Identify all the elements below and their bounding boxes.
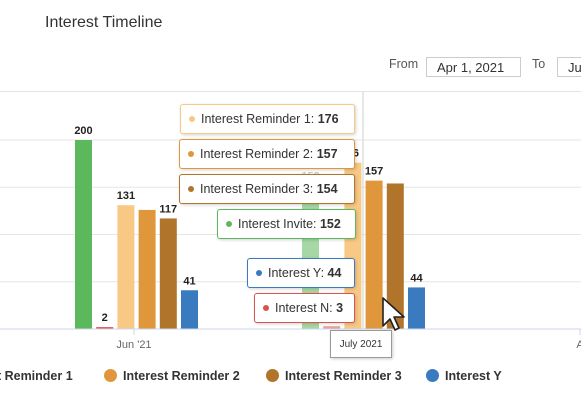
bar-interest-reminder-2-0[interactable] [138, 209, 156, 329]
tooltip-value: 154 [316, 182, 338, 196]
legend-label: Interest Y [445, 369, 502, 383]
legend-item-st-reminder-1[interactable]: st Reminder 1 [0, 368, 73, 384]
tooltip-series-dot [188, 151, 194, 157]
tooltip-interest-reminder-2: Interest Reminder 2: 157 [179, 139, 355, 169]
tooltip-interest-y: Interest Y: 44 [247, 258, 355, 288]
tooltip-label: Interest Reminder 3: [200, 182, 317, 196]
legend-label: Interest Reminder 3 [285, 369, 402, 383]
bar-interest-invite-0[interactable] [75, 140, 92, 329]
tooltip-label: Interest Invite: [238, 217, 320, 231]
chart-legend: st Reminder 1 Interest Reminder 2 Interest… [0, 368, 581, 388]
tooltip-value: 152 [319, 217, 341, 231]
x-tick-label: A [576, 339, 581, 351]
data-label: 117 [159, 203, 177, 215]
legend-swatch [426, 369, 439, 382]
bar-interest-y-1[interactable] [408, 287, 425, 329]
tooltip-label: Interest Reminder 1: [201, 112, 318, 126]
data-label: 41 [183, 275, 195, 287]
legend-label: Interest Reminder 2 [123, 369, 240, 383]
tooltip-interest-reminder-3: Interest Reminder 3: 154 [179, 174, 355, 204]
tooltip-value: 176 [317, 112, 339, 126]
tooltip-series-dot [263, 305, 269, 311]
chart-x-axis: Jun '21 A [0, 328, 581, 351]
tooltip-series-dot [188, 186, 194, 192]
data-label: 44 [410, 272, 423, 284]
data-label: 2 [102, 312, 108, 324]
bar-interest-reminder-3-0[interactable] [159, 218, 177, 329]
data-label: 200 [74, 125, 92, 137]
data-label: 131 [117, 190, 135, 202]
tooltip-series-dot [256, 270, 262, 276]
data-label: 157 [365, 166, 383, 178]
legend-item-interest-y[interactable]: Interest Y [426, 368, 502, 384]
tooltip-value: 157 [316, 147, 338, 161]
bar-interest-reminder-1-0[interactable] [117, 205, 135, 329]
mouse-cursor-icon [382, 297, 405, 331]
tooltip-interest-invite: Interest Invite: 152 [217, 209, 356, 239]
tooltip-series-dot [226, 221, 232, 227]
tooltip-interest-n: Interest N: 3 [254, 293, 355, 323]
legend-swatch [266, 369, 279, 382]
legend-swatch [104, 369, 117, 382]
legend-item-interest-reminder-2[interactable]: Interest Reminder 2 [104, 368, 240, 384]
tooltip-label: Interest N: [275, 301, 337, 315]
x-tick-label: Jun '21 [116, 339, 151, 351]
bar-chart: 2001522131761571174144 Jun '21A [0, 92, 581, 351]
bar-interest-y-0[interactable] [181, 290, 198, 329]
legend-item-interest-reminder-3[interactable]: Interest Reminder 3 [266, 368, 402, 384]
tooltip-series-dot [189, 116, 195, 122]
legend-label: st Reminder 1 [0, 369, 73, 383]
tooltip-interest-reminder-1: Interest Reminder 1: 176 [180, 104, 355, 134]
tooltip-label: Interest Reminder 2: [200, 147, 317, 161]
tooltip-value: 3 [336, 301, 344, 315]
tooltip-value: 44 [327, 266, 342, 280]
tooltip-label: Interest Y: [268, 266, 328, 280]
